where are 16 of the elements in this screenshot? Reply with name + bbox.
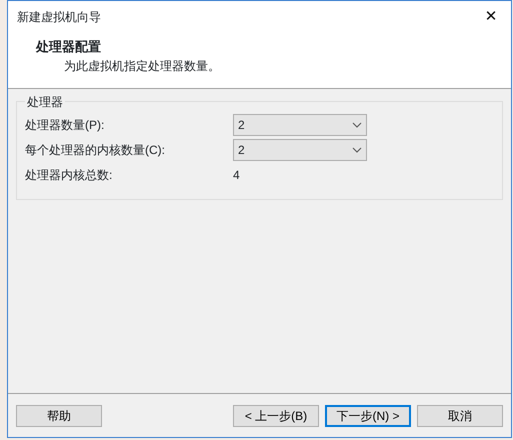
chevron-icon — [352, 122, 362, 128]
wizard-button[interactable]: 下一步(N) > — [325, 404, 411, 426]
window-title: 新建虚拟机向导 — [17, 9, 101, 26]
page-subtitle: 为此虚拟机指定处理器数量。 — [63, 58, 221, 74]
wizard-button[interactable]: < 上一步(B) — [233, 404, 319, 426]
page-title: 处理器配置 — [36, 38, 102, 56]
close-button[interactable]: ✕ — [471, 1, 511, 33]
dropdown[interactable]: 2 — [233, 138, 367, 160]
chevron-icon — [352, 146, 362, 152]
field-label: 处理器数量(P): — [25, 116, 106, 134]
value-text: 4 — [233, 166, 240, 184]
wizard-button[interactable]: 帮助 — [16, 404, 102, 426]
wizard-button[interactable]: 取消 — [417, 404, 503, 426]
field-label: 处理器内核总数: — [25, 166, 114, 184]
field-label: 每个处理器的内核数量(C): — [25, 142, 166, 158]
dropdown[interactable]: 2 — [233, 114, 367, 136]
